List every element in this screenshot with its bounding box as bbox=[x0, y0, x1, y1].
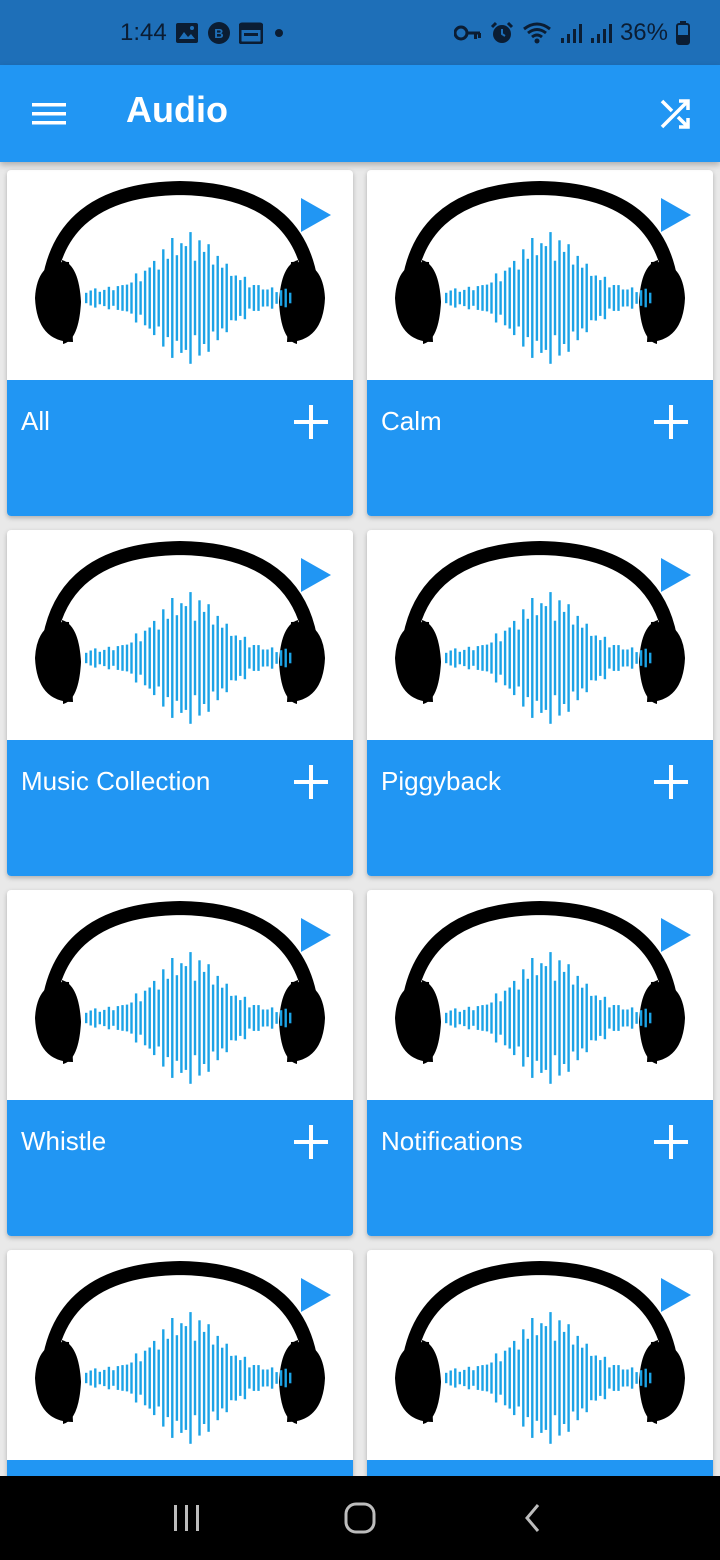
alarm-icon bbox=[490, 21, 514, 45]
dot-icon bbox=[271, 25, 287, 41]
signal-icon bbox=[590, 22, 612, 44]
svg-text:B: B bbox=[214, 26, 223, 41]
home-icon bbox=[344, 1502, 376, 1534]
navigation-bar bbox=[0, 1476, 720, 1560]
card-footer: Piggyback bbox=[367, 740, 713, 876]
play-icon[interactable] bbox=[659, 916, 693, 954]
play-icon[interactable] bbox=[659, 1276, 693, 1314]
page-title: Audio bbox=[126, 89, 228, 130]
play-icon[interactable] bbox=[299, 196, 333, 234]
add-icon[interactable] bbox=[653, 764, 689, 800]
category-card[interactable]: Whistle bbox=[7, 890, 353, 1236]
key-icon bbox=[453, 24, 482, 42]
category-grid: All Calm Music Collection Piggyback Whis… bbox=[0, 162, 720, 1476]
hamburger-menu-icon bbox=[32, 103, 66, 125]
back-icon bbox=[525, 1504, 540, 1532]
add-icon[interactable] bbox=[653, 1124, 689, 1160]
card-label: Piggyback bbox=[381, 766, 501, 796]
whatsapp-business-icon: B bbox=[207, 21, 231, 45]
shuffle-icon bbox=[660, 99, 690, 129]
category-card[interactable]: Notifications bbox=[367, 890, 713, 1236]
card-footer: Whistle bbox=[7, 1100, 353, 1236]
battery-percent: 36% bbox=[619, 18, 668, 46]
signal-icon bbox=[560, 22, 582, 44]
shuffle-button[interactable] bbox=[652, 91, 698, 137]
battery-icon bbox=[676, 20, 690, 45]
play-icon[interactable] bbox=[299, 916, 333, 954]
home-button[interactable] bbox=[330, 1488, 390, 1548]
app-bar: Audio bbox=[0, 65, 720, 162]
card-label: Music Collection bbox=[21, 766, 211, 796]
status-bar: 1:44 B 36% bbox=[0, 0, 720, 65]
card-footer: Calm bbox=[367, 380, 713, 516]
back-button[interactable] bbox=[503, 1488, 563, 1548]
category-card[interactable] bbox=[367, 1250, 713, 1476]
card-footer: Music Collection bbox=[7, 740, 353, 876]
status-time: 1:44 bbox=[120, 18, 167, 46]
card-label: All bbox=[21, 406, 50, 436]
card-footer bbox=[367, 1460, 713, 1476]
category-card[interactable]: Piggyback bbox=[367, 530, 713, 876]
recent-apps-icon bbox=[173, 1505, 199, 1531]
image-icon bbox=[175, 22, 199, 44]
add-icon[interactable] bbox=[293, 1124, 329, 1160]
status-left: 1:44 B bbox=[120, 19, 287, 47]
category-card[interactable]: Calm bbox=[367, 170, 713, 516]
status-right: 36% bbox=[453, 18, 690, 47]
calendar-icon bbox=[238, 22, 263, 44]
category-card[interactable]: All bbox=[7, 170, 353, 516]
category-card[interactable]: Music Collection bbox=[7, 530, 353, 876]
card-footer: Notifications bbox=[367, 1100, 713, 1236]
card-label: Whistle bbox=[21, 1126, 107, 1156]
play-icon[interactable] bbox=[299, 1276, 333, 1314]
card-label: Calm bbox=[381, 406, 442, 436]
recent-apps-button[interactable] bbox=[157, 1488, 217, 1548]
add-icon[interactable] bbox=[293, 404, 329, 440]
card-label: Notifications bbox=[381, 1126, 523, 1156]
add-icon[interactable] bbox=[293, 764, 329, 800]
play-icon[interactable] bbox=[659, 196, 693, 234]
card-footer: All bbox=[7, 380, 353, 516]
category-card[interactable] bbox=[7, 1250, 353, 1476]
card-footer bbox=[7, 1460, 353, 1476]
wifi-icon bbox=[522, 21, 552, 45]
play-icon[interactable] bbox=[299, 556, 333, 594]
play-icon[interactable] bbox=[659, 556, 693, 594]
menu-button[interactable] bbox=[22, 87, 76, 141]
add-icon[interactable] bbox=[653, 404, 689, 440]
